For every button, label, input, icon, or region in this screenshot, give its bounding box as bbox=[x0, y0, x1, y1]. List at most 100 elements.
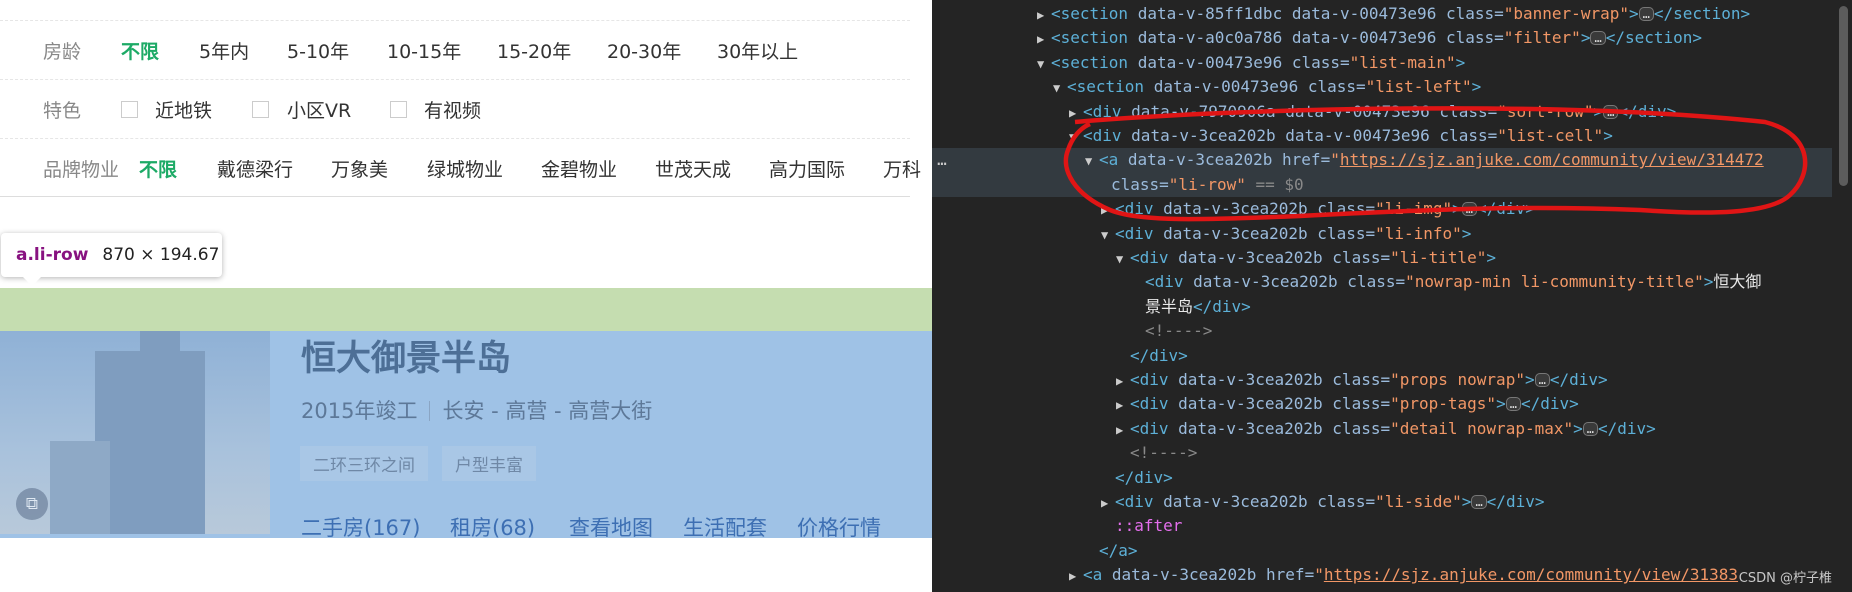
attribute-value: "filter" bbox=[1503, 28, 1581, 48]
vr-icon[interactable]: ⧉ bbox=[16, 488, 48, 520]
expand-toggle-icon[interactable]: ▼ bbox=[1116, 247, 1130, 271]
close-tag: </div> bbox=[1486, 492, 1545, 511]
dom-node-line[interactable]: ▶ <div data-v-3cea202b class="li-side">… <… bbox=[1101, 490, 1544, 514]
open-tag: <div bbox=[1115, 199, 1164, 219]
expand-toggle-icon[interactable]: ▶ bbox=[1101, 491, 1115, 515]
brand-option[interactable]: 高力国际 bbox=[769, 155, 845, 182]
dom-node-line[interactable]: <!----> bbox=[1131, 319, 1212, 343]
link-secondhand[interactable]: 二手房(167) bbox=[301, 512, 420, 542]
dom-node-line[interactable]: ▼ <section data-v-00473e96 class="list-le… bbox=[1053, 75, 1481, 99]
pseudo-element: ::after bbox=[1115, 516, 1183, 536]
expand-toggle-icon[interactable]: ▼ bbox=[1101, 223, 1115, 247]
dom-node-line[interactable]: ::after bbox=[1101, 514, 1182, 538]
age-option[interactable]: 5年内 bbox=[199, 37, 249, 64]
attribute-name: data-v-3cea202b href= bbox=[1127, 150, 1331, 170]
ellipsis-button[interactable]: … bbox=[1603, 104, 1619, 119]
close-tag: </div> bbox=[1549, 370, 1608, 389]
age-option[interactable]: 不限 bbox=[121, 37, 159, 64]
ellipsis-button[interactable]: … bbox=[1582, 421, 1598, 436]
dom-node-line[interactable]: ▶ <section data-v-a0c0a786 data-v-00473e9… bbox=[1037, 26, 1702, 50]
dom-node-line[interactable]: ▶ <section data-v-85ff1dbc data-v-00473e9… bbox=[1037, 2, 1750, 26]
feature-option[interactable]: 有视频 bbox=[424, 96, 481, 123]
expand-toggle-icon[interactable]: ▶ bbox=[1037, 3, 1051, 27]
checkbox-vr[interactable] bbox=[252, 100, 269, 118]
dom-node-line[interactable]: ▼ <a data-v-3cea202b href="https://sjz.an… bbox=[1085, 148, 1764, 172]
dom-node-line[interactable]: </div> bbox=[1101, 466, 1173, 490]
link-rent[interactable]: 租房(68) bbox=[450, 512, 535, 542]
ellipsis-button[interactable]: … bbox=[1505, 397, 1521, 412]
open-tag: <div bbox=[1115, 492, 1164, 511]
brand-option[interactable]: 世茂天成 bbox=[655, 155, 731, 182]
brand-option[interactable]: 万象美 bbox=[331, 155, 388, 182]
open-tag: <section bbox=[1051, 28, 1138, 48]
dom-node-line[interactable]: ▶ <div data-v-3cea202b class="detail nowr… bbox=[1116, 417, 1656, 441]
age-option[interactable]: 30年以上 bbox=[717, 37, 798, 64]
feature-option[interactable]: 小区VR bbox=[287, 96, 351, 123]
feature-option[interactable]: 近地铁 bbox=[155, 96, 212, 123]
checkbox-video[interactable] bbox=[390, 100, 407, 118]
age-option[interactable]: 20-30年 bbox=[607, 37, 681, 64]
ellipsis-button[interactable]: … bbox=[1461, 202, 1478, 217]
dom-node-line[interactable]: ▶ <a data-v-3cea202b href="https://sjz.an… bbox=[1069, 563, 1738, 587]
open-tag: <div bbox=[1083, 126, 1132, 145]
expand-toggle-icon[interactable]: ▶ bbox=[1069, 101, 1083, 125]
dom-node-line[interactable]: ▶ <div data-v-3cea202b class="li-img">… </… bbox=[1101, 197, 1535, 221]
attribute-name: data-v-3cea202b href= bbox=[1111, 565, 1315, 585]
node-menu-icon[interactable]: … bbox=[932, 150, 952, 169]
brand-option[interactable]: 不限 bbox=[139, 155, 177, 182]
close-tag: </div> bbox=[1618, 101, 1677, 121]
expand-toggle-icon[interactable]: ▶ bbox=[1116, 369, 1130, 393]
expand-toggle-icon[interactable]: ▼ bbox=[1085, 149, 1099, 173]
dom-node-line[interactable]: </div> bbox=[1116, 344, 1188, 368]
dom-node-line[interactable]: <!----> bbox=[1116, 441, 1197, 465]
dom-node-line[interactable]: class="li-row" == $0 bbox=[1097, 173, 1304, 197]
brand-option[interactable]: 金碧物业 bbox=[541, 155, 617, 182]
dom-node-line[interactable]: ▶ <div data-v-3cea202b class="props nowra… bbox=[1116, 368, 1608, 392]
dom-node-line[interactable]: 景半岛</div> bbox=[1131, 295, 1251, 319]
meta-separator bbox=[429, 401, 431, 421]
link-price[interactable]: 价格行情 bbox=[797, 512, 881, 542]
dom-node-line[interactable]: </a> bbox=[1085, 539, 1138, 563]
ellipsis-button[interactable]: … bbox=[1534, 373, 1550, 387]
dom-node-line[interactable]: <div data-v-3cea202b class="nowrap-min l… bbox=[1131, 270, 1761, 294]
age-option[interactable]: 5-10年 bbox=[287, 37, 349, 64]
expand-toggle-icon[interactable]: ▶ bbox=[1037, 27, 1051, 51]
link-map[interactable]: 查看地图 bbox=[569, 512, 653, 542]
ellipsis-button[interactable]: … bbox=[1590, 31, 1606, 46]
dom-node-line[interactable]: ▼ <div data-v-3cea202b class="li-title"> bbox=[1116, 246, 1496, 270]
href-link[interactable]: https://sjz.anjuke.com/community/view/31… bbox=[1340, 150, 1764, 169]
brand-option[interactable]: 万科 bbox=[883, 155, 921, 182]
tag-bracket: > bbox=[1455, 52, 1466, 72]
expand-toggle-icon[interactable]: ▶ bbox=[1101, 198, 1115, 222]
dom-node-line[interactable]: ▶ <div data-v-7970906a data-v-00473e96 cl… bbox=[1069, 100, 1676, 124]
prop-tag: 二环三环之间 bbox=[300, 446, 428, 481]
expand-toggle-icon[interactable]: ▶ bbox=[1116, 418, 1130, 442]
scrollbar[interactable] bbox=[1839, 6, 1848, 186]
expand-toggle-icon[interactable]: ▶ bbox=[1069, 564, 1083, 588]
building-shape bbox=[95, 351, 205, 534]
expand-toggle-icon[interactable]: ▼ bbox=[1037, 52, 1051, 76]
open-tag: <div bbox=[1115, 223, 1164, 243]
ellipsis-button[interactable]: … bbox=[1638, 7, 1654, 21]
checkbox-near-subway[interactable] bbox=[121, 100, 138, 118]
expand-toggle-icon[interactable]: ▼ bbox=[1053, 76, 1067, 100]
link-amenities[interactable]: 生活配套 bbox=[683, 512, 767, 542]
brand-option[interactable]: 绿城物业 bbox=[427, 155, 503, 182]
close-tag: </a> bbox=[1099, 540, 1138, 560]
ellipsis-button[interactable]: … bbox=[1471, 495, 1487, 509]
age-option[interactable]: 10-15年 bbox=[387, 37, 461, 64]
dom-node-line[interactable]: ▼ <div data-v-3cea202b class="li-info"> bbox=[1101, 222, 1471, 246]
brand-option[interactable]: 戴德梁行 bbox=[217, 155, 293, 182]
dom-node-line[interactable]: ▼ <section data-v-00473e96 class="list-ma… bbox=[1037, 51, 1465, 75]
expand-toggle-icon[interactable]: ▼ bbox=[1069, 125, 1083, 149]
dom-node-line[interactable]: ▼ <div data-v-3cea202b data-v-00473e96 cl… bbox=[1069, 124, 1613, 148]
open-tag: <div bbox=[1130, 394, 1179, 414]
close-tag: </div> bbox=[1520, 394, 1579, 414]
text-node: 恒大御 bbox=[1713, 272, 1762, 292]
community-title[interactable]: 恒大御景半岛 bbox=[301, 330, 511, 381]
href-link[interactable]: https://sjz.anjuke.com/community/view/31… bbox=[1324, 565, 1738, 584]
dom-node-line[interactable]: ▶ <div data-v-3cea202b class="prop-tags">… bbox=[1116, 392, 1579, 416]
age-option[interactable]: 15-20年 bbox=[497, 37, 571, 64]
attribute-value: "banner-wrap" bbox=[1503, 4, 1629, 23]
expand-toggle-icon[interactable]: ▶ bbox=[1116, 393, 1130, 417]
